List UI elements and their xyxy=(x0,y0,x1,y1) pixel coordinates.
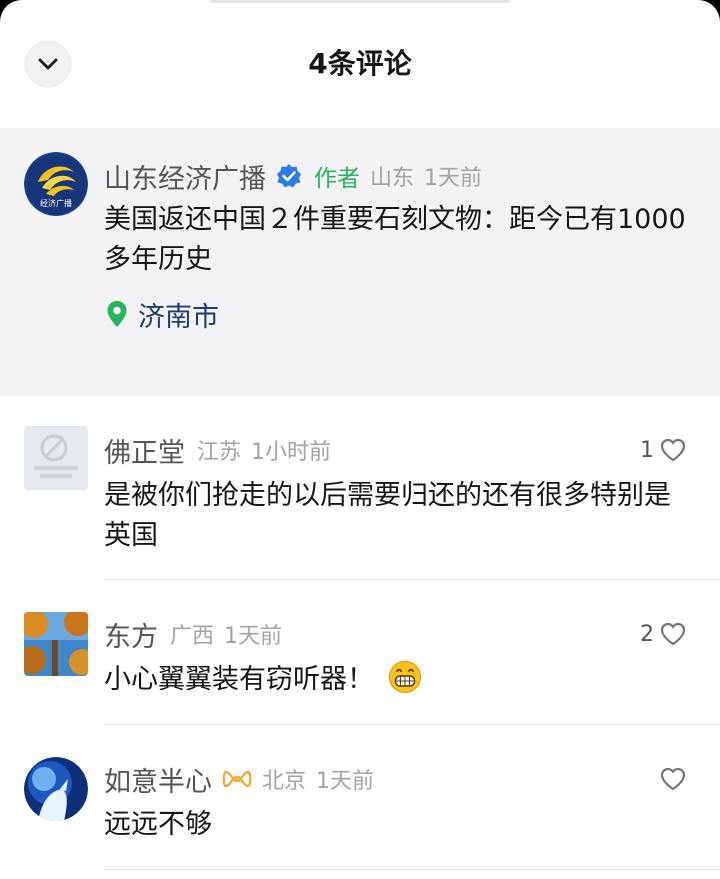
comment-text: 是被你们抢走的以后需要归还的还有很多特别是英国 xyxy=(104,480,671,551)
comment-text: 小心翼翼装有窃听器！ xyxy=(104,664,374,695)
username[interactable]: 山东经济广播 xyxy=(104,157,266,196)
avatar[interactable] xyxy=(24,612,88,676)
author-tag: 作者 xyxy=(314,166,360,192)
username[interactable]: 如意半心 xyxy=(104,760,212,799)
avatar-text: 经济广播 xyxy=(40,198,72,208)
comment-time: 1天前 xyxy=(424,166,483,191)
divider xyxy=(104,869,720,870)
comment-text: 远远不够 xyxy=(104,809,212,840)
like-button[interactable]: 2 xyxy=(640,616,686,652)
comment-time: 1天前 xyxy=(316,769,375,794)
verified-badge-icon xyxy=(277,164,301,188)
comment-region: 广西 xyxy=(170,624,215,649)
username[interactable]: 东方 xyxy=(104,615,158,654)
location-link[interactable]: 济南市 xyxy=(106,294,219,334)
comment-item[interactable]: 东方 广西 1天前 2 小心翼翼装有窃听器！ xyxy=(0,580,720,725)
grinning-emoji xyxy=(388,660,422,694)
comment-text: 美国返还中国２件重要石刻文物：距今已有1000 多年历史 xyxy=(104,204,686,275)
comment-time: 1小时前 xyxy=(251,440,332,465)
heart-outline-icon xyxy=(660,438,686,462)
avatar[interactable]: 经济广播 xyxy=(24,152,88,216)
location-pin-icon xyxy=(107,301,127,327)
location-text: 济南市 xyxy=(138,301,219,333)
sheet-header: 4条评论 xyxy=(0,0,720,128)
comment-region: 江苏 xyxy=(197,440,242,465)
heart-outline-icon xyxy=(660,767,686,791)
comment-time: 1天前 xyxy=(224,624,283,649)
comments-sheet: 4条评论 经济广播 山东经济广播 作者 山东 1天前 美国返还中国２件重要石刻文… xyxy=(0,0,720,879)
like-button[interactable] xyxy=(654,761,686,797)
author-name-row: 山东经济广播 作者 山东 1天前 xyxy=(104,157,483,196)
heart-outline-icon xyxy=(660,622,686,646)
comment-name-row: 如意半心 北京 1天前 xyxy=(104,760,375,799)
like-count: 2 xyxy=(640,621,654,647)
comment-name-row: 东方 广西 1天前 xyxy=(104,615,283,654)
username[interactable]: 佛正堂 xyxy=(104,431,185,470)
comment-name-row: 佛正堂 江苏 1小时前 xyxy=(104,431,332,470)
like-button[interactable]: 1 xyxy=(640,432,686,468)
comment-item[interactable]: 佛正堂 江苏 1小时前 1 是被你们抢走的以后需要归还的还有很多特别是英国 xyxy=(0,396,720,580)
author-comment[interactable]: 经济广播 山东经济广播 作者 山东 1天前 美国返还中国２件重要石刻文物：距今已… xyxy=(0,128,720,396)
comment-text-row: 小心翼翼装有窃听器！ xyxy=(104,660,694,700)
comment-region: 北京 xyxy=(262,769,307,794)
comment-item[interactable]: 如意半心 北京 1天前 远远不够 xyxy=(0,725,720,870)
avatar[interactable] xyxy=(24,757,88,821)
avatar[interactable] xyxy=(24,426,88,490)
comment-region: 山东 xyxy=(370,166,415,191)
infinity-badge-icon xyxy=(222,770,252,788)
like-count: 1 xyxy=(640,437,654,463)
comments-title: 4条评论 xyxy=(308,47,412,80)
